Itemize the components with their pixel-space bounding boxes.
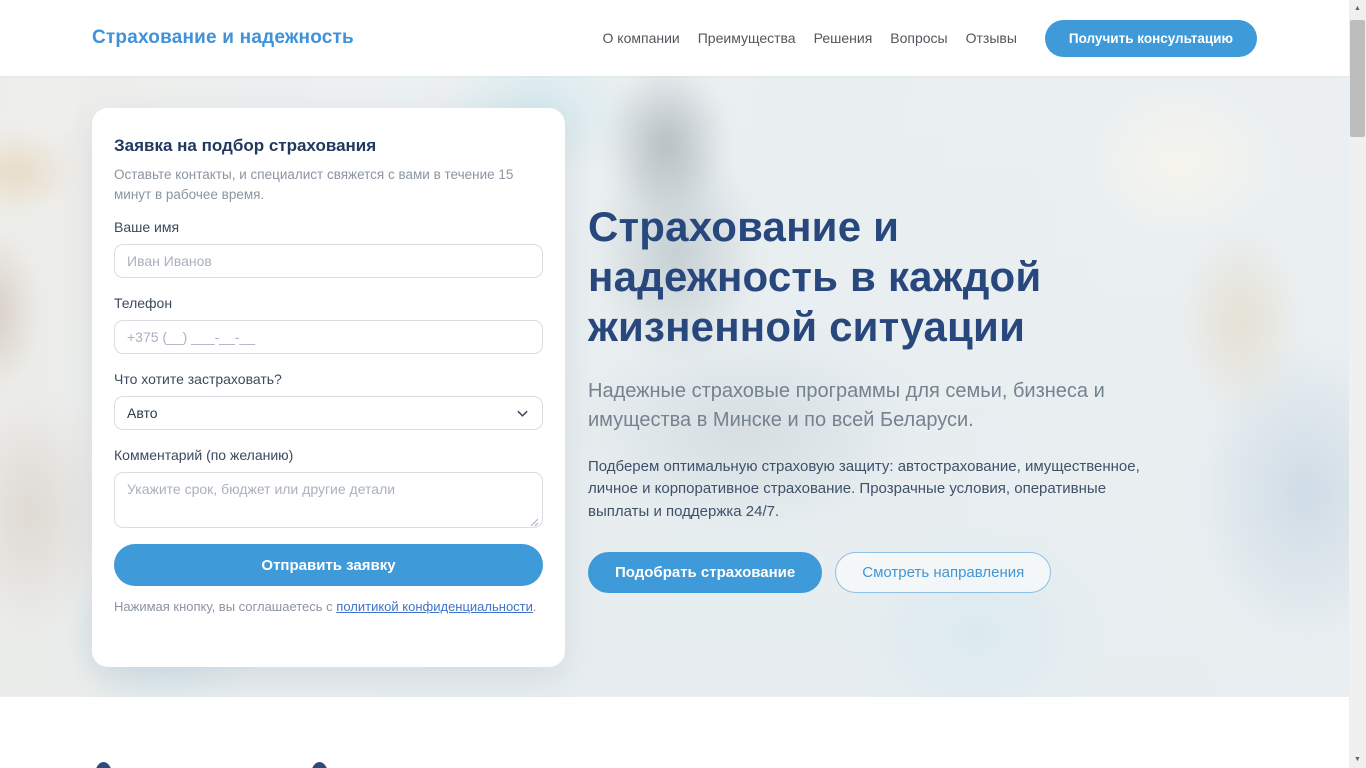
- scrollbar-down-arrow-icon[interactable]: ▼: [1349, 751, 1366, 768]
- name-input[interactable]: [114, 244, 543, 278]
- comment-textarea[interactable]: [114, 472, 543, 528]
- partial-stat-glyph: [311, 762, 328, 768]
- main-nav: О компании Преимущества Решения Вопросы …: [603, 30, 1017, 46]
- logo[interactable]: Страхование и надежность: [92, 27, 354, 49]
- nav-item-about[interactable]: О компании: [603, 30, 680, 46]
- form-title: Заявка на подбор страхования: [114, 136, 543, 156]
- submit-request-button[interactable]: Отправить заявку: [114, 544, 543, 586]
- nav-item-questions[interactable]: Вопросы: [890, 30, 947, 46]
- insurance-type-selected-value: Авто: [127, 405, 158, 421]
- nav-item-solutions[interactable]: Решения: [814, 30, 873, 46]
- hero-description-text: Подберем оптимальную страховую защиту: а…: [588, 456, 1168, 524]
- vertical-scrollbar[interactable]: ▲ ▼: [1349, 0, 1366, 768]
- name-label: Ваше имя: [114, 219, 543, 235]
- consent-suffix: .: [533, 599, 537, 614]
- header: Страхование и надежность О компании Преи…: [0, 0, 1349, 76]
- scrollbar-thumb[interactable]: [1350, 20, 1365, 137]
- hero-buttons: Подобрать страхование Смотреть направлен…: [588, 552, 1154, 593]
- phone-label: Телефон: [114, 295, 543, 311]
- hero-section: Заявка на подбор страхования Оставьте ко…: [0, 76, 1349, 697]
- lead-form-card: Заявка на подбор страхования Оставьте ко…: [92, 108, 565, 667]
- privacy-policy-link[interactable]: политикой конфиденциальности: [336, 599, 533, 614]
- phone-input[interactable]: [114, 320, 543, 354]
- nav-item-reviews[interactable]: Отзывы: [966, 30, 1017, 46]
- view-directions-button[interactable]: Смотреть направления: [835, 552, 1051, 593]
- page: { "colors": { "accent_blue": "#3e9ad9", …: [0, 0, 1366, 768]
- next-section-top: [0, 697, 1349, 768]
- scrollbar-up-arrow-icon[interactable]: ▲: [1349, 0, 1366, 17]
- select-insurance-button[interactable]: Подобрать страхование: [588, 552, 822, 593]
- hero-lead-text: Надежные страховые программы для семьи, …: [588, 377, 1108, 435]
- comment-label: Комментарий (по желанию): [114, 447, 543, 463]
- hero-title: Страхование и надежность в каждой жизнен…: [588, 202, 1154, 352]
- insurance-type-select[interactable]: Авто: [114, 396, 543, 430]
- insurance-type-label: Что хотите застраховать?: [114, 371, 543, 387]
- consent-text: Нажимая кнопку, вы соглашаетесь с полити…: [114, 597, 543, 616]
- nav-item-advantages[interactable]: Преимущества: [698, 30, 796, 46]
- chevron-down-icon: [516, 407, 529, 423]
- consent-prefix: Нажимая кнопку, вы соглашаетесь с: [114, 599, 336, 614]
- partial-stat-glyph: [95, 762, 112, 768]
- get-consultation-button[interactable]: Получить консультацию: [1045, 20, 1257, 57]
- form-subtitle: Оставьте контакты, и специалист свяжется…: [114, 165, 543, 204]
- hero-copy: Страхование и надежность в каждой жизнен…: [588, 202, 1154, 593]
